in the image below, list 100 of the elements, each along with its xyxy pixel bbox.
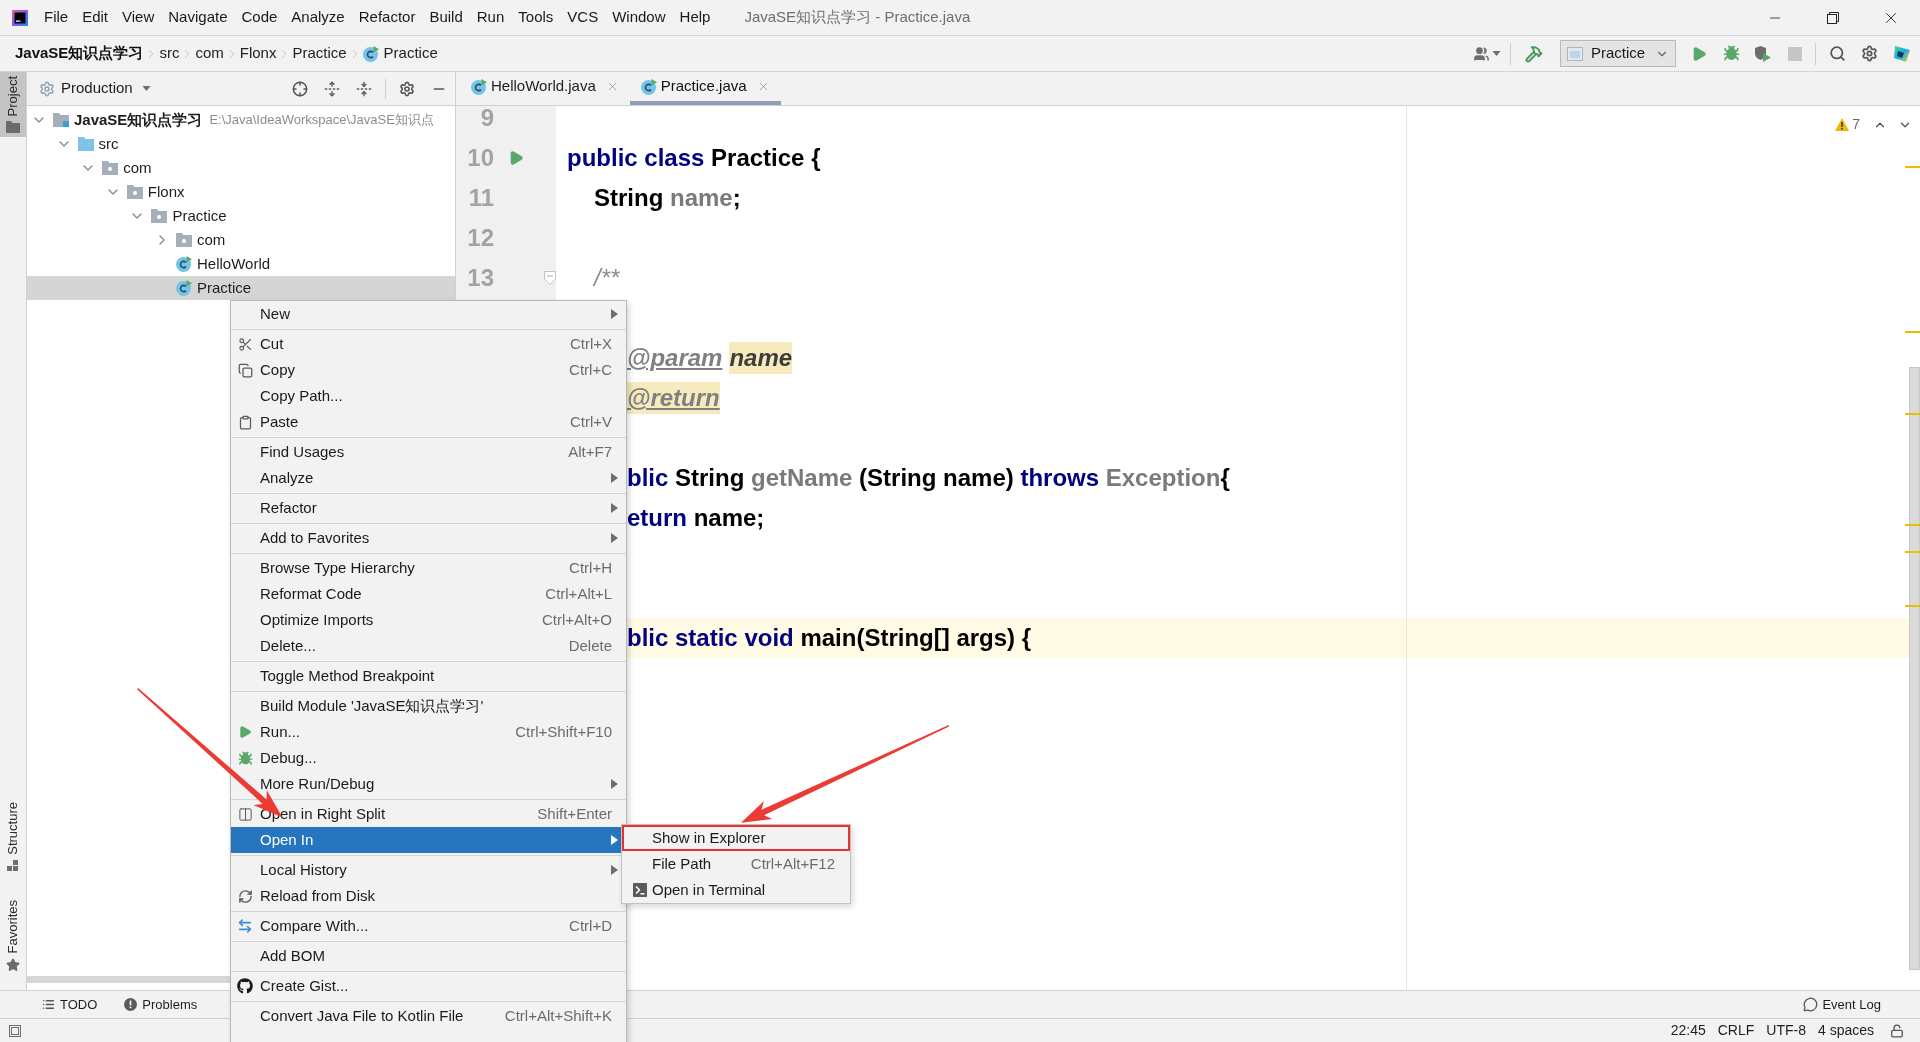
tool-window-tab[interactable]: Favorites bbox=[0, 895, 26, 976]
menu-item[interactable]: Analyze bbox=[231, 465, 626, 491]
menu-item[interactable]: Refactor bbox=[231, 495, 626, 521]
menu-item[interactable]: Help bbox=[672, 3, 718, 32]
menu-item[interactable]: Code bbox=[234, 3, 285, 32]
play-icon[interactable] bbox=[1691, 45, 1707, 62]
event-log-button[interactable]: Event Log bbox=[1799, 993, 1885, 1016]
menu-item[interactable]: Window bbox=[605, 3, 673, 32]
refresh-icon bbox=[237, 888, 253, 904]
menu-item[interactable]: Open in Terminal bbox=[622, 877, 850, 903]
tool-window-button[interactable]: Problems bbox=[120, 993, 202, 1016]
menu-item[interactable]: File bbox=[37, 3, 76, 32]
class-icon bbox=[640, 78, 657, 95]
crosshair-icon[interactable] bbox=[292, 80, 308, 97]
menu-item[interactable]: Find Usages Alt+F7 bbox=[231, 439, 626, 465]
users-icon[interactable] bbox=[1473, 45, 1490, 62]
code-line: eturn name; bbox=[627, 503, 765, 533]
menu-item[interactable]: VCS bbox=[560, 3, 606, 32]
menu-item[interactable]: View bbox=[115, 3, 162, 32]
menu-item[interactable]: Convert Java File to Kotlin File Ctrl+Alt+Shift+K bbox=[231, 1003, 626, 1029]
line-number: 13 bbox=[467, 264, 494, 291]
breadcrumb[interactable]: src bbox=[159, 42, 180, 65]
restore-icon[interactable] bbox=[1827, 11, 1839, 24]
menu-item[interactable]: New bbox=[231, 301, 626, 327]
menu-item[interactable]: Toggle Method Breakpoint bbox=[231, 663, 626, 689]
tree-item[interactable]: com bbox=[27, 156, 455, 180]
menu-item[interactable]: Optimize Imports Ctrl+Alt+O bbox=[231, 607, 626, 633]
breadcrumb[interactable]: Practice bbox=[383, 42, 438, 65]
warning-icon bbox=[1835, 118, 1850, 131]
menu-item[interactable]: Delete... Delete bbox=[231, 633, 626, 659]
shortcut-label: Ctrl+V bbox=[569, 411, 612, 432]
search-icon[interactable] bbox=[1828, 45, 1846, 62]
tree-item[interactable]: src bbox=[27, 132, 455, 156]
menu-item[interactable]: Add BOM bbox=[231, 943, 626, 969]
app-logo-icon bbox=[12, 9, 28, 26]
menu-item[interactable]: Navigate bbox=[161, 3, 235, 32]
fold-marker-icon[interactable] bbox=[544, 271, 556, 285]
tool-window-button[interactable]: TODO bbox=[38, 993, 102, 1016]
collapse-all-icon[interactable] bbox=[356, 80, 372, 97]
breadcrumb[interactable]: Flonx bbox=[239, 42, 277, 65]
code-line: /** bbox=[594, 263, 620, 293]
tree-item[interactable]: Practice bbox=[27, 276, 455, 300]
breadcrumb[interactable]: Practice bbox=[292, 42, 347, 65]
menu-item[interactable]: File Path Ctrl+Alt+F12 bbox=[622, 851, 850, 877]
menu-item[interactable]: Copy Ctrl+C bbox=[231, 357, 626, 383]
status-bar-item[interactable]: CRLF bbox=[1711, 1020, 1761, 1041]
status-bar-item[interactable]: 22:45 bbox=[1664, 1020, 1712, 1041]
star-icon bbox=[6, 958, 20, 972]
list-icon bbox=[42, 998, 55, 1011]
menu-item[interactable]: Tools bbox=[511, 3, 561, 32]
menu-item[interactable]: Run... Ctrl+Shift+F10 bbox=[231, 719, 626, 745]
status-bar-item[interactable]: UTF-8 bbox=[1760, 1020, 1812, 1041]
menu-item[interactable]: Run bbox=[469, 3, 512, 32]
tree-item[interactable]: JavaSE知识点学习 E:\Java\IdeaWorkspace\JavaSE知识点 bbox=[27, 108, 455, 132]
tree-item[interactable]: Practice bbox=[27, 204, 455, 228]
shield-play-icon[interactable] bbox=[1755, 45, 1771, 62]
folder-icon bbox=[53, 113, 69, 127]
caret-down-icon[interactable] bbox=[141, 86, 151, 91]
menu-item[interactable]: Show in Explorer bbox=[622, 825, 850, 851]
tool-window-tab[interactable]: Project bbox=[0, 72, 26, 138]
play-icon[interactable] bbox=[508, 149, 524, 167]
bug-icon[interactable] bbox=[1722, 45, 1740, 62]
breadcrumb[interactable]: JavaSE知识点学习 bbox=[15, 42, 144, 65]
menu-item[interactable]: Browse Type Hierarchy Ctrl+H bbox=[231, 555, 626, 581]
caret-down-icon[interactable] bbox=[1492, 51, 1501, 56]
menu-item[interactable]: Copy Path... bbox=[231, 383, 626, 409]
menu-item[interactable]: Add to Favorites bbox=[231, 525, 626, 551]
settings-icon[interactable] bbox=[399, 80, 415, 97]
settings-icon[interactable] bbox=[1860, 45, 1878, 62]
editor-tab[interactable]: HelloWorld.java bbox=[460, 72, 630, 105]
view-selector[interactable]: Production bbox=[39, 77, 151, 100]
vertical-scrollbar[interactable] bbox=[1909, 367, 1920, 970]
menu-item[interactable]: Build bbox=[422, 3, 470, 32]
code-line: public class Practice { bbox=[567, 143, 821, 173]
tree-item[interactable]: Flonx bbox=[27, 180, 455, 204]
breadcrumb[interactable]: com bbox=[195, 42, 224, 65]
code-line: String name; bbox=[594, 183, 741, 213]
tree-item[interactable]: com bbox=[27, 228, 455, 252]
menu-item[interactable]: Debug... bbox=[231, 745, 626, 771]
hammer-icon[interactable] bbox=[1525, 44, 1543, 63]
menu-item[interactable]: Cut Ctrl+X bbox=[231, 331, 626, 357]
run-configuration-dropdown[interactable]: Practice bbox=[1560, 40, 1676, 67]
warning-count: 7 bbox=[1852, 115, 1860, 134]
status-bar-item[interactable]: 4 spaces bbox=[1811, 1020, 1880, 1041]
tree-item[interactable]: HelloWorld bbox=[27, 252, 455, 276]
menu-item[interactable]: Paste Ctrl+V bbox=[231, 409, 626, 435]
expand-all-icon[interactable] bbox=[324, 80, 340, 97]
warning-marker bbox=[1905, 524, 1920, 526]
menu-item[interactable]: Create Gist... bbox=[231, 973, 626, 999]
padlock-icon[interactable] bbox=[1890, 1023, 1904, 1038]
menu-item[interactable]: Reformat Code Ctrl+Alt+L bbox=[231, 581, 626, 607]
menu-item[interactable]: Analyze bbox=[284, 3, 352, 32]
menu-item[interactable]: Build Module 'JavaSE知识点学习' bbox=[231, 693, 626, 719]
menu-item[interactable]: Refactor bbox=[351, 3, 423, 32]
toolbox-logo-icon[interactable] bbox=[1893, 44, 1911, 63]
menu-item[interactable]: Compare With... Ctrl+D bbox=[231, 913, 626, 939]
square-icon[interactable] bbox=[9, 1024, 21, 1037]
menu-item[interactable]: Edit bbox=[75, 3, 116, 32]
menu-item[interactable]: More Run/Debug bbox=[231, 771, 626, 797]
tool-window-tab[interactable]: Structure bbox=[0, 797, 26, 876]
